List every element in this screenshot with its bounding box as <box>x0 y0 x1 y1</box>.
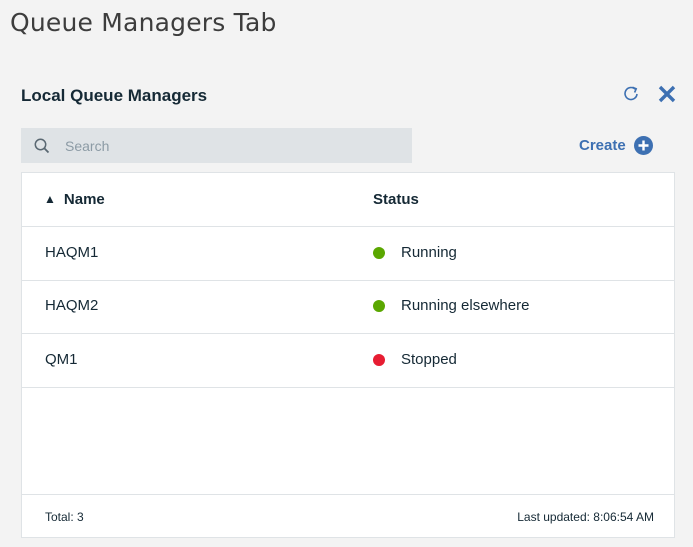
column-header-name[interactable]: ▲ Name <box>44 191 105 208</box>
row-name: HAQM2 <box>45 297 99 314</box>
sort-ascending-icon: ▲ <box>44 192 56 206</box>
add-circle-icon <box>633 135 653 155</box>
queue-managers-table: ▲ Name Status HAQM1 Running HAQM2 Running… <box>21 172 675 538</box>
widget-title: Local Queue Managers <box>21 86 208 105</box>
last-updated: Last updated: 8:06:54 AM <box>517 510 654 524</box>
status-stopped-icon <box>373 353 385 366</box>
search-box[interactable] <box>21 128 412 163</box>
table-row[interactable]: QM1 Stopped <box>22 334 674 388</box>
page-title: Queue Managers Tab <box>10 8 277 37</box>
table-footer: Total: 3 Last updated: 8:06:54 AM <box>22 494 674 537</box>
search-input[interactable] <box>65 128 405 163</box>
column-header-status[interactable]: Status <box>373 191 419 208</box>
status-running-icon <box>373 246 385 259</box>
status-running-icon <box>373 299 385 312</box>
row-name: QM1 <box>45 351 78 368</box>
refresh-icon[interactable] <box>622 84 640 104</box>
table-row[interactable]: HAQM2 Running elsewhere <box>22 280 674 334</box>
close-icon[interactable] <box>656 83 678 105</box>
create-label: Create <box>579 136 626 154</box>
row-status: Stopped <box>373 351 457 368</box>
search-icon <box>34 138 50 154</box>
row-status: Running <box>373 244 457 261</box>
total-count: Total: 3 <box>45 510 84 524</box>
row-name: HAQM1 <box>45 244 99 261</box>
create-button[interactable]: Create <box>579 133 653 157</box>
row-status: Running elsewhere <box>373 297 529 314</box>
table-header: ▲ Name Status <box>22 173 674 227</box>
table-row[interactable]: HAQM1 Running <box>22 227 674 281</box>
